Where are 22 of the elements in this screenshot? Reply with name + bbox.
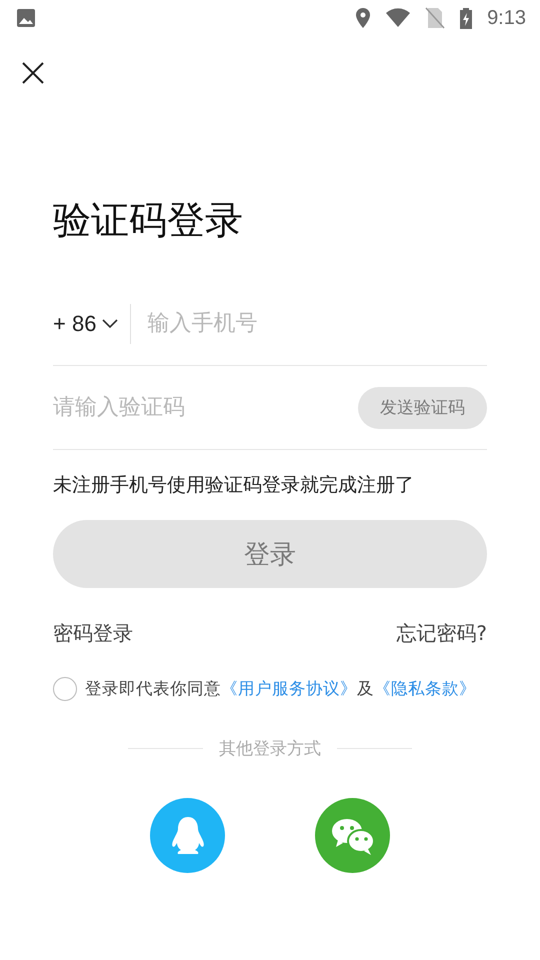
terms-link[interactable]: 《用户服务协议》 xyxy=(221,678,357,700)
agreement-text: 及 xyxy=(357,678,374,700)
penguin-icon xyxy=(170,814,206,856)
location-icon xyxy=(355,7,372,29)
image-icon xyxy=(16,8,36,28)
wifi-icon xyxy=(385,8,412,28)
code-input-field[interactable]: 请输入验证码 xyxy=(53,395,358,420)
other-login-label: 其他登录方式 xyxy=(219,738,321,760)
chevron-down-icon xyxy=(102,318,118,328)
phone-input-field[interactable]: 输入手机号 xyxy=(131,311,487,336)
page-title: 验证码登录 xyxy=(53,197,244,244)
registration-hint: 未注册手机号使用验证码登录就完成注册了 xyxy=(53,473,415,498)
password-login-link[interactable]: 密码登录 xyxy=(53,620,133,647)
clock-time: 9:13 xyxy=(487,6,526,30)
agreement-radio[interactable] xyxy=(53,677,77,701)
agreement-text: 登录即代表你同意 xyxy=(85,678,221,700)
forgot-password-link[interactable]: 忘记密码? xyxy=(396,620,487,647)
country-code-selector[interactable]: + 86 xyxy=(53,304,132,344)
no-sim-icon xyxy=(425,7,446,29)
privacy-link[interactable]: 《隐私条款》 xyxy=(374,678,476,700)
close-icon xyxy=(21,61,45,85)
battery-charging-icon xyxy=(459,7,474,29)
